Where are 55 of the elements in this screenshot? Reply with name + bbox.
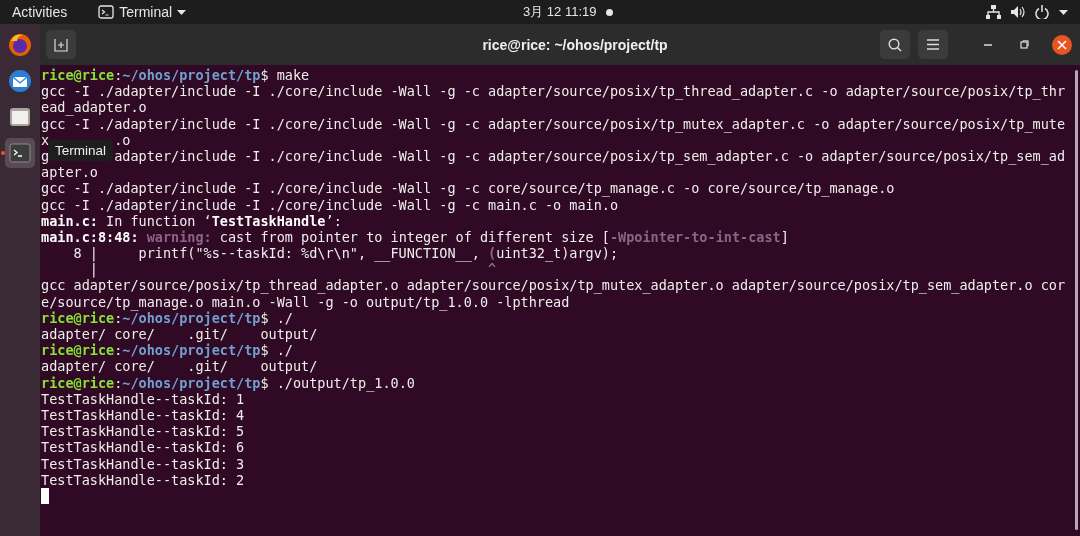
new-tab-button[interactable]: [46, 30, 76, 59]
terminal-line: TestTaskHandle--taskId: 1: [41, 390, 245, 407]
terminal-line: gcc -I ./adapter/include -I ./core/include -Wall -g -c adapter/source/posix/tp_thread_adapter.c -o adapter/source/posix/tp_thr: [41, 83, 1066, 100]
activities-button[interactable]: Activities: [12, 4, 68, 20]
terminal-text: .o: [114, 131, 131, 148]
restore-icon: [1019, 40, 1029, 49]
terminal-line: e/source/tp_manage.o main.o -Wall -g -o output/tp_1.0.0 -lpthread: [41, 293, 570, 310]
network-icon: [986, 5, 1001, 19]
terminal-line: adapter/ core/ .git/ output/: [41, 326, 318, 343]
caret-icon: [177, 9, 187, 15]
terminal-line: TestTaskHandle--taskId: 5: [41, 423, 245, 440]
close-button[interactable]: [1052, 34, 1072, 55]
terminal-line: rice@rice:~/ohos/project/tp$ ./: [41, 309, 293, 326]
terminal-line: main.c: In function ‘TestTaskHandle’:: [41, 212, 342, 229]
window-title: rice@rice: ~/ohos/project/tp: [482, 36, 668, 53]
terminal-line: rice@rice:~/ohos/project/tp$ ./output/tp_1.0.0: [41, 374, 415, 391]
terminal-text: g: [41, 147, 50, 165]
terminal-line: gcc adapter/source/posix/tp_thread_adapter.o adapter/source/posix/tp_mutex_adapter.o adapter/source/posix/tp_sem_adapter.o cor: [41, 277, 1066, 294]
terminal-line: | ^: [88, 261, 497, 278]
menu-button[interactable]: [918, 30, 948, 59]
terminal-text: adapter/include -I ./core/include -Wall -g -c adapter/source/posix/tp_sem_adapter.c -o adapter/source/posix/tp_sem_ad: [114, 147, 1066, 165]
terminal-line: rice@rice:~/ohos/project/tp$ ./: [41, 342, 293, 359]
terminal-line: adapter/ core/ .git/ output/: [41, 358, 318, 375]
search-button[interactable]: [880, 30, 910, 59]
terminal-icon: [8, 141, 32, 165]
terminal-line: 8 | printf("%s--taskId: %d\r\n", __FUNCTION__, (uint32_t)argv);: [72, 245, 619, 262]
terminal-text: x: [41, 131, 50, 148]
power-icon: [1035, 5, 1049, 19]
terminal-line: gcc -I ./adapter/include -I ./core/include -Wall -g -c core/source/tp_manage.c -o core/source/tp_manage.o: [41, 180, 895, 197]
terminal-icon: [98, 5, 115, 19]
mail-icon: [8, 69, 32, 93]
terminal-line: gcc -I ./adapter/include -I ./core/include -Wall -g -c main.c -o main.o: [41, 196, 619, 213]
tooltip: Terminal: [48, 140, 113, 161]
search-icon: [888, 37, 902, 52]
terminal-line: rice@rice:~/ohos/project/tp$ make: [41, 67, 310, 84]
terminal-line: TestTaskHandle--taskId: 3: [41, 455, 245, 472]
menu-icon: [927, 39, 939, 50]
close-icon: [1057, 39, 1067, 50]
terminal-line: TestTaskHandle--taskId: 2: [41, 471, 245, 488]
app-menu[interactable]: Terminal: [98, 4, 187, 20]
caret-icon: [1059, 9, 1068, 15]
clock[interactable]: 3月 12 11:19: [523, 3, 597, 21]
minimize-icon: [984, 43, 992, 46]
terminal-line: TestTaskHandle--taskId: 6: [41, 439, 245, 456]
terminal-line: TestTaskHandle--taskId: 4: [41, 406, 245, 424]
terminal-line: gcc -I ./adapter/include -I ./core/include -Wall -g -c adapter/source/posix/tp_mutex_adapter.c -o adapter/source/posix/tp_mute: [41, 115, 1066, 132]
new-tab-icon: [54, 37, 68, 52]
terminal-line: main.c:8:48: warning: cast from pointer to integer of different size [-Wpointer-to-int-cast]: [41, 228, 789, 246]
notification-dot-icon: [606, 8, 614, 16]
volume-icon: [1011, 5, 1025, 19]
terminal-line: apter.o: [41, 164, 98, 181]
scrollbar[interactable]: [1075, 70, 1078, 530]
terminal-line: ead_adapter.o: [41, 99, 147, 116]
cursor: [41, 487, 49, 504]
running-indicator: [1, 151, 5, 155]
